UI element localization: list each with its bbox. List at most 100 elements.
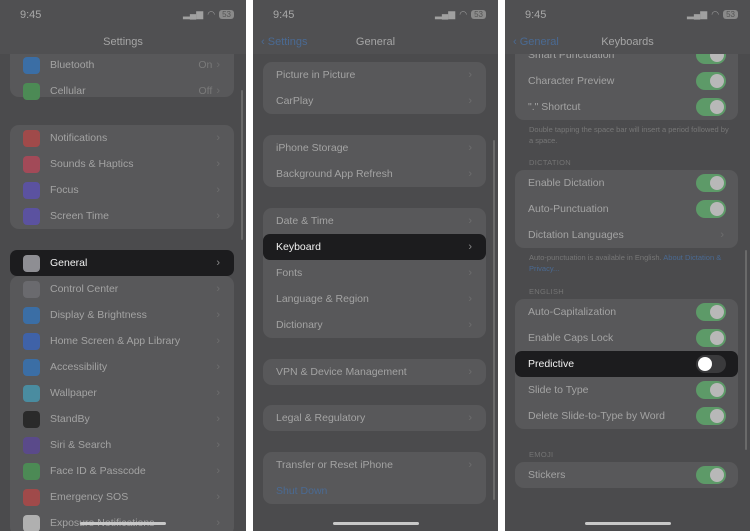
settings-row-enable-dictation[interactable]: Enable Dictation <box>515 170 738 196</box>
settings-row-carplay[interactable]: CarPlay › <box>263 88 486 114</box>
settings-row-home-screen-app-library[interactable]: Home Screen & App Library › <box>10 328 234 354</box>
back-button[interactable]: ‹ Settings <box>261 36 307 48</box>
row-label: Fonts <box>276 267 303 279</box>
exposure-icon <box>23 514 40 531</box>
settings-row-iphone-storage[interactable]: iPhone Storage › <box>263 135 486 161</box>
chevron-right-icon: › <box>216 413 220 425</box>
row-label: Wallpaper <box>50 387 97 399</box>
scroll-indicator[interactable] <box>241 90 243 240</box>
settings-row-shut-down[interactable]: Shut Down <box>263 478 486 504</box>
toggle-switch[interactable] <box>696 329 726 347</box>
settings-row-legal-regulatory[interactable]: Legal & Regulatory › <box>263 405 486 431</box>
toggle-switch[interactable] <box>696 72 726 90</box>
siri-icon <box>23 436 40 454</box>
row-label: Delete Slide-to-Type by Word <box>528 410 665 422</box>
settings-row-predictive[interactable]: Predictive <box>515 351 738 377</box>
settings-row-fonts[interactable]: Fonts › <box>263 260 486 286</box>
home-indicator[interactable] <box>584 522 671 525</box>
standby-icon <box>23 410 40 428</box>
settings-row-emergency-sos[interactable]: Emergency SOS › <box>10 484 234 510</box>
home-indicator[interactable] <box>332 522 419 525</box>
settings-row-display-brightness[interactable]: Display & Brightness › <box>10 302 234 328</box>
settings-row-stickers[interactable]: Stickers <box>515 462 738 488</box>
settings-row-background-app-refresh[interactable]: Background App Refresh › <box>263 161 486 187</box>
toggle-switch[interactable] <box>696 381 726 399</box>
toggle-switch[interactable] <box>696 355 726 373</box>
settings-row-face-id-passcode[interactable]: Face ID & Passcode › <box>10 458 234 484</box>
scroll-indicator[interactable] <box>745 250 747 450</box>
settings-row-delete-slide-to-type-by-word[interactable]: Delete Slide-to-Type by Word <box>515 403 738 429</box>
nav-title: Settings <box>103 36 143 48</box>
back-label: Settings <box>267 36 308 48</box>
chevron-right-icon: › <box>216 184 220 196</box>
toggle-switch[interactable] <box>696 407 726 425</box>
settings-row-notifications[interactable]: Notifications › <box>10 125 234 151</box>
settings-row-wallpaper[interactable]: Wallpaper › <box>10 380 234 406</box>
chevron-right-icon: › <box>216 491 220 503</box>
settings-row-cellular[interactable]: Cellular Off › <box>10 78 234 104</box>
settings-row-auto-capitalization[interactable]: Auto-Capitalization <box>515 299 738 325</box>
settings-row-exposure-notifications[interactable]: Exposure Notifications› <box>10 510 234 531</box>
status-time: 9:45 <box>273 9 295 21</box>
row-label: Emergency SOS <box>50 491 129 503</box>
settings-row-transfer-or-reset-iphone[interactable]: Transfer or Reset iPhone › <box>263 452 486 478</box>
signal-icon: ▂▄▆ <box>687 9 708 19</box>
settings-row-accessibility[interactable]: Accessibility › <box>10 354 234 380</box>
settings-row-language-region[interactable]: Language & Region › <box>263 286 486 312</box>
bluetooth-icon <box>23 56 40 74</box>
settings-row-character-preview[interactable]: Character Preview <box>515 68 738 94</box>
chevron-left-icon: ‹ <box>261 36 268 48</box>
settings-row-date-time[interactable]: Date & Time › <box>263 208 486 234</box>
row-label: VPN & Device Management <box>276 366 407 378</box>
chevron-right-icon: › <box>468 69 472 81</box>
settings-row-focus[interactable]: Focus › <box>10 177 234 203</box>
settings-row-sounds-haptics[interactable]: Sounds & Haptics › <box>10 151 234 177</box>
toggle-switch[interactable] <box>696 98 726 116</box>
row-label: Keyboard <box>276 241 321 253</box>
notifications-icon <box>23 129 40 147</box>
status-icons: ▂▄▆ ◠ 53 <box>435 9 486 20</box>
settings-row-control-center[interactable]: Control Center › <box>10 276 234 302</box>
face-id-icon <box>23 462 40 480</box>
row-label: Enable Dictation <box>528 177 605 189</box>
battery-icon: 53 <box>219 10 234 19</box>
status-icons: ▂▄▆ ◠ 53 <box>183 9 234 20</box>
wallpaper-icon <box>23 384 40 402</box>
settings-row-auto-punctuation[interactable]: Auto-Punctuation <box>515 196 738 222</box>
settings-row-general[interactable]: General › <box>10 250 234 276</box>
chevron-right-icon: › <box>468 293 472 305</box>
settings-row-enable-caps-lock[interactable]: Enable Caps Lock <box>515 325 738 351</box>
row-label: Character Preview <box>528 75 615 87</box>
chevron-right-icon: › <box>216 257 220 269</box>
emoji-section-header: EMOJI <box>529 450 554 459</box>
settings-row-bluetooth[interactable]: Bluetooth On › <box>10 52 234 78</box>
wifi-icon: ◠ <box>711 9 720 19</box>
row-label: Face ID & Passcode <box>50 465 146 477</box>
settings-row-slide-to-type[interactable]: Slide to Type <box>515 377 738 403</box>
settings-row--shortcut[interactable]: "." Shortcut <box>515 94 738 120</box>
home-indicator[interactable] <box>80 522 166 525</box>
wifi-icon: ◠ <box>459 9 468 19</box>
wifi-icon: ◠ <box>207 9 216 19</box>
scroll-indicator[interactable] <box>493 140 495 500</box>
settings-row-vpn-device-management[interactable]: VPN & Device Management › <box>263 359 486 385</box>
settings-row-keyboard[interactable]: Keyboard › <box>263 234 486 260</box>
toggle-switch[interactable] <box>696 174 726 192</box>
row-label: "." Shortcut <box>528 101 581 113</box>
row-label: Picture in Picture <box>276 69 356 81</box>
settings-row-screen-time[interactable]: Screen Time › <box>10 203 234 229</box>
settings-row-dictation-languages[interactable]: Dictation Languages › <box>515 222 738 248</box>
settings-row-picture-in-picture[interactable]: Picture in Picture › <box>263 62 486 88</box>
settings-row-dictionary[interactable]: Dictionary › <box>263 312 486 338</box>
back-button[interactable]: ‹ General <box>513 36 559 48</box>
row-value: Off <box>198 85 213 97</box>
chevron-right-icon: › <box>216 465 220 477</box>
chevron-right-icon: › <box>216 439 220 451</box>
toggle-switch[interactable] <box>696 303 726 321</box>
toggle-switch[interactable] <box>696 466 726 484</box>
toggle-switch[interactable] <box>696 200 726 218</box>
row-label: Control Center <box>50 283 119 295</box>
chevron-right-icon: › <box>468 95 472 107</box>
settings-row-standby[interactable]: StandBy › <box>10 406 234 432</box>
settings-row-siri-search[interactable]: Siri & Search › <box>10 432 234 458</box>
